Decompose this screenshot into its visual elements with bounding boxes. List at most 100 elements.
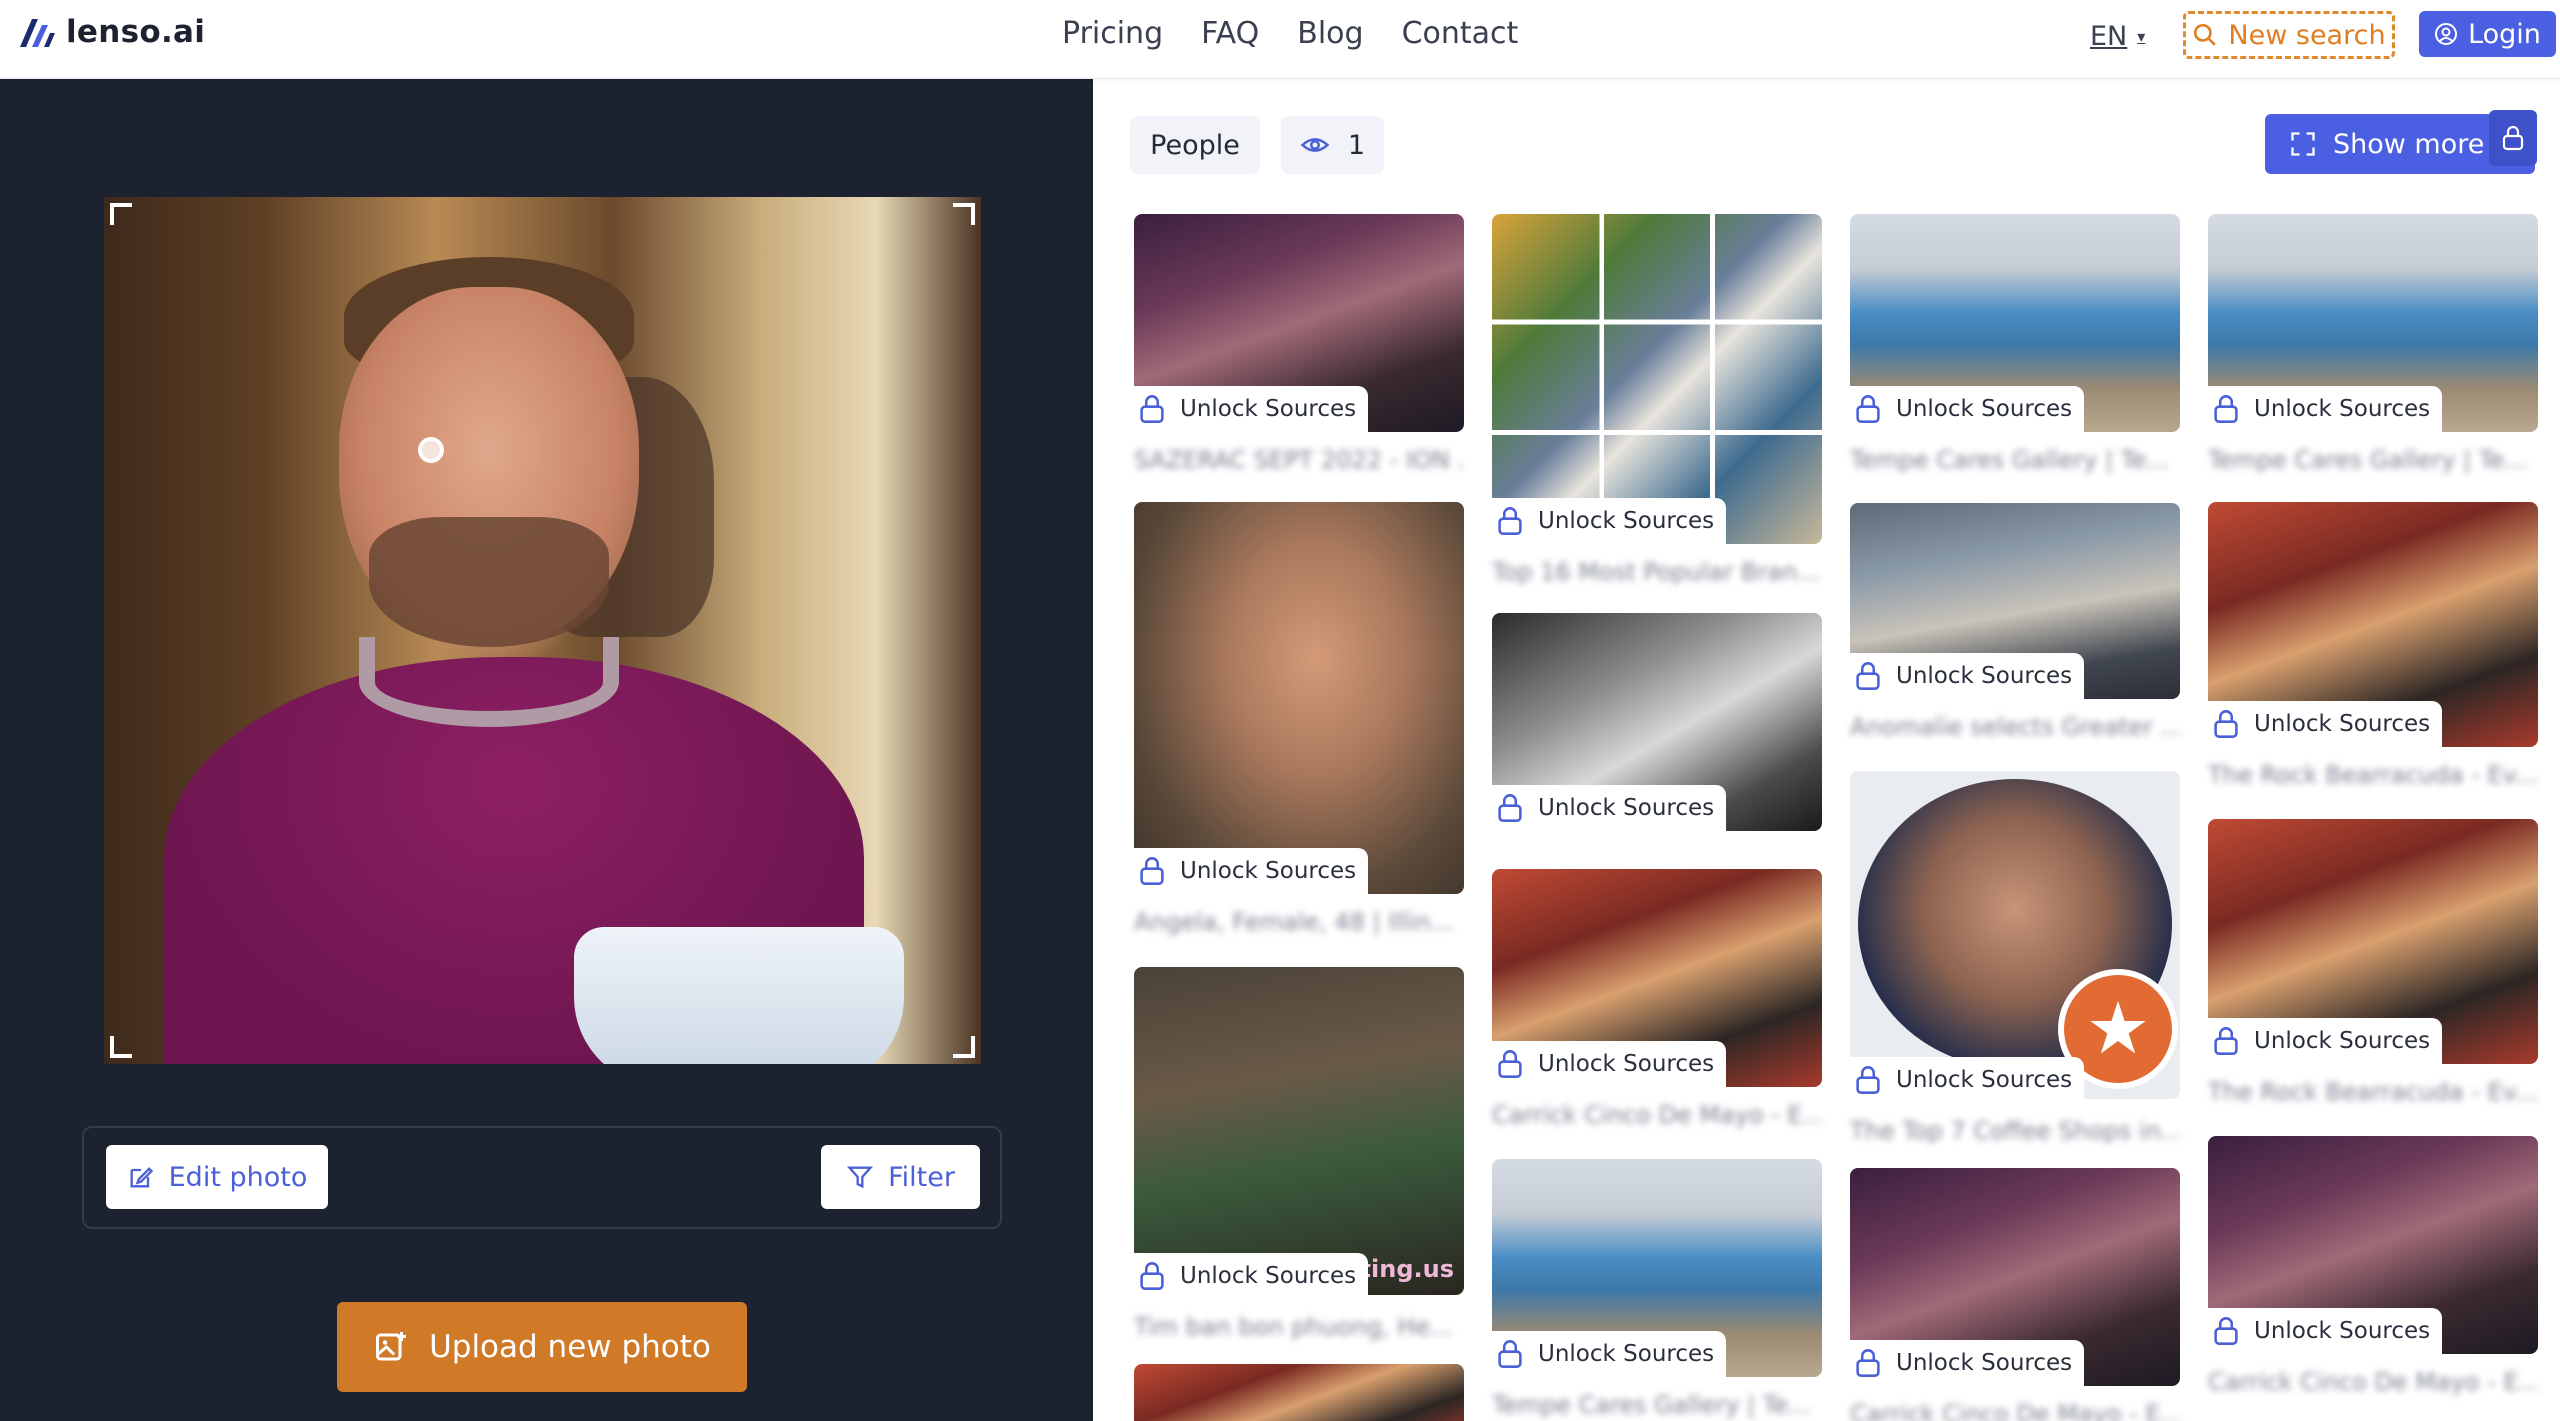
upload-new-photo-label: Upload new photo [429,1329,711,1365]
edit-photo-label: Edit photo [168,1161,308,1193]
result-card[interactable]: Unlock Sources Tempe Cares Gallery | Te.… [1492,1159,1822,1421]
result-card[interactable]: Unlock Sources Carrick Cinco De Mayo - E… [1850,1168,2180,1421]
result-card[interactable]: lating.us Unlock Sources Tim ban bon phu… [1134,967,1464,1347]
uploaded-photo [104,197,981,1064]
unlock-sources-button[interactable]: Unlock Sources [2208,386,2443,432]
result-thumbnail[interactable]: ★ [1850,771,2180,1099]
unlock-sources-button[interactable]: Unlock Sources [1492,498,1727,544]
unlock-sources-label: Unlock Sources [2254,396,2431,422]
edit-icon [130,1167,153,1188]
lock-icon [2214,395,2238,423]
new-search-label: New search [2228,19,2386,51]
result-card[interactable]: Unlock Sources SAZERAC SEPT 2022 - ION .… [1134,214,1464,474]
result-card[interactable]: ★ Unlock Sources The Top 7 Coffee Shops … [1850,771,2180,1151]
lock-icon [2214,1027,2238,1055]
unlock-sources-button[interactable]: Unlock Sources [1850,1340,2085,1386]
uploaded-photo-panel: Edit photo Filter Upload new photo [0,79,1093,1421]
crop-corner-top-right[interactable] [953,203,975,225]
login-label: Login [2468,18,2541,50]
filter-button[interactable]: Filter [821,1145,980,1209]
unlock-sources-button[interactable]: Unlock Sources [2208,701,2443,747]
result-card[interactable]: Unlock Sources The Rock Bearracuda - Ev.… [2208,502,2538,792]
result-card[interactable]: Unlock Sources Tempe Cares Gallery | Te.… [2208,214,2538,474]
expand-icon [2291,132,2315,156]
nav-faq[interactable]: FAQ [1201,14,1259,54]
language-selector[interactable]: EN ▾ [2090,16,2145,56]
unlock-sources-button[interactable]: Unlock Sources [1492,1041,1727,1087]
eye-icon [1300,138,1330,152]
lock-icon [1140,857,1164,885]
crop-corner-bottom-right[interactable] [953,1036,975,1058]
unlock-sources-label: Unlock Sources [2254,1028,2431,1054]
unlock-sources-button[interactable]: Unlock Sources [1850,1057,2085,1103]
nav-blog[interactable]: Blog [1297,14,1363,54]
result-caption: Carrick Cinco De Mayo - E... [1850,1400,2180,1421]
unlock-sources-label: Unlock Sources [1538,508,1715,534]
lock-icon [1498,507,1522,535]
result-card[interactable]: Unlock Sources Angela, Female, 48 | Illi… [1134,502,1464,942]
unlock-sources-button[interactable]: Unlock Sources [1492,785,1727,831]
result-card[interactable]: Unlock Sources Carrick Cinco De Mayo - E… [1492,869,1822,1129]
chevron-down-icon: ▾ [2137,26,2146,46]
unlock-sources-label: Unlock Sources [2254,1318,2431,1344]
unlock-sources-label: Unlock Sources [1538,1341,1715,1367]
lenso-logo-icon [20,19,55,47]
crop-corner-top-left[interactable] [110,203,132,225]
crop-corner-bottom-left[interactable] [110,1036,132,1058]
lock-icon [1140,1262,1164,1290]
result-caption: The Rock Bearracuda - Ev... [2208,761,2538,789]
result-card[interactable] [1134,1364,1464,1421]
photo-collar [359,637,619,727]
unlock-sources-label: Unlock Sources [1896,1067,2073,1093]
result-thumbnail[interactable]: lating.us [1134,967,1464,1295]
unlock-sources-button[interactable]: Unlock Sources [1134,1253,1369,1299]
lock-icon [1856,395,1880,423]
lock-icon [2214,710,2238,738]
show-more-button[interactable]: Show more [2265,110,2537,174]
result-card[interactable]: Unlock Sources [1492,613,1822,843]
result-thumbnail[interactable] [1492,214,1822,544]
filter-icon [846,1166,874,1189]
unlock-sources-button[interactable]: Unlock Sources [2208,1308,2443,1354]
result-caption: Anomalie selects Greater ... [1850,713,2180,741]
lock-icon [2502,125,2524,151]
result-caption: Carrick Cinco De Mayo - E... [1492,1101,1822,1129]
photo-tools-bar: Edit photo Filter [82,1126,1002,1229]
logo[interactable]: lenso.ai [18,14,205,50]
result-card[interactable]: Unlock Sources Tempe Cares Gallery | Te.… [1850,214,2180,474]
unlock-sources-label: Unlock Sources [2254,711,2431,737]
unlock-sources-button[interactable]: Unlock Sources [2208,1018,2443,1064]
new-search-button[interactable]: New search [2183,11,2395,59]
result-card[interactable]: Unlock Sources Carrick Cinco De Mayo - E… [2208,1136,2538,1421]
views-count-chip[interactable]: 1 [1281,116,1384,174]
nav-pricing[interactable]: Pricing [1062,14,1163,54]
unlock-sources-button[interactable]: Unlock Sources [1850,386,2085,432]
lock-badge [2489,110,2537,166]
unlock-sources-button[interactable]: Unlock Sources [1134,848,1369,894]
show-more-label: Show more [2333,128,2485,160]
result-card[interactable]: Unlock Sources The Rock Bearracuda - Ev.… [2208,819,2538,1109]
unlock-sources-label: Unlock Sources [1180,1263,1357,1289]
lock-icon [1856,1349,1880,1377]
face-marker-dot[interactable] [418,437,444,463]
lock-icon [1856,662,1880,690]
result-card[interactable]: Unlock Sources Anomalie selects Greater … [1850,503,2180,743]
result-thumbnail[interactable] [1134,1364,1464,1421]
result-caption: SAZERAC SEPT 2022 - ION ... [1134,446,1464,474]
login-button[interactable]: Login [2419,11,2556,57]
nav-contact[interactable]: Contact [1402,14,1519,54]
unlock-sources-button[interactable]: Unlock Sources [1492,1331,1727,1377]
result-thumbnail[interactable] [1134,502,1464,894]
unlock-sources-button[interactable]: Unlock Sources [1850,653,2085,699]
search-results-panel: People 1 Show more Unlock Sources SAZERA… [1093,79,2560,1421]
lock-icon [1498,1050,1522,1078]
top-header: lenso.ai Pricing FAQ Blog Contact EN ▾ N… [0,0,2560,79]
edit-photo-button[interactable]: Edit photo [106,1145,328,1209]
unlock-sources-label: Unlock Sources [1180,858,1357,884]
photo-beard [369,517,609,647]
unlock-sources-label: Unlock Sources [1896,663,2073,689]
upload-new-photo-button[interactable]: Upload new photo [337,1302,747,1392]
people-tab[interactable]: People [1130,116,1260,174]
unlock-sources-button[interactable]: Unlock Sources [1134,386,1369,432]
result-card[interactable]: Unlock Sources Top 16 Most Popular Bran.… [1492,214,1822,586]
